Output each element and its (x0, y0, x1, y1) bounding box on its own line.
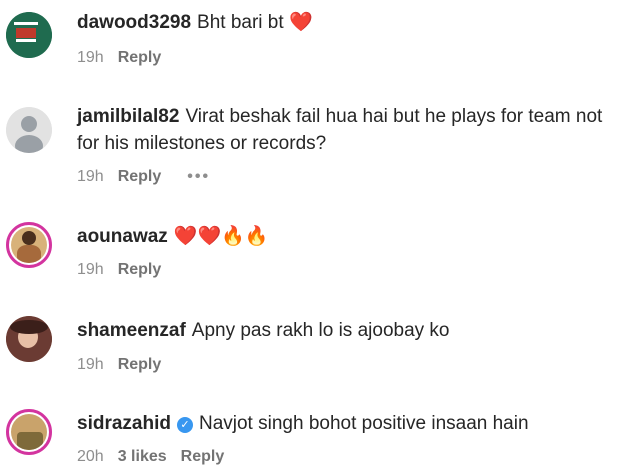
comment-text: Apny pas rakh lo is ajoobay ko (191, 320, 450, 341)
comment-body: shameenzaf Apny pas rakh lo is ajoobay ko (77, 317, 627, 344)
comment-body: sidrazahid ✓ Navjot singh bohot positive i… (77, 410, 627, 437)
avatar-photo (11, 414, 47, 450)
timestamp: 19h (77, 49, 104, 66)
avatar[interactable] (6, 409, 52, 455)
verified-badge-icon: ✓ (176, 417, 193, 433)
avatar-logo-image (6, 12, 52, 58)
username[interactable]: dawood3298 (77, 12, 191, 33)
more-options-icon[interactable]: ••• (187, 168, 210, 185)
timestamp: 19h (77, 356, 104, 373)
username[interactable]: aounawaz (77, 226, 168, 247)
comment-meta: 19h Reply (77, 261, 175, 279)
avatar[interactable] (6, 222, 52, 268)
avatar[interactable] (6, 12, 52, 58)
default-avatar-icon (6, 107, 52, 153)
reply-button[interactable]: Reply (118, 49, 162, 66)
comment-meta: 20h 3 likes Reply (77, 448, 238, 466)
likes-count[interactable]: 3 likes (118, 448, 167, 465)
comment-text: Navjot singh bohot positive insaan hain (198, 413, 529, 434)
avatar-photo (6, 316, 52, 362)
avatar[interactable] (6, 107, 52, 153)
reply-button[interactable]: Reply (118, 261, 162, 278)
timestamp: 19h (77, 261, 104, 278)
comment-body: jamilbilal82 Virat beshak fail hua hai bu… (77, 103, 627, 157)
emoji-text: ❤️❤️🔥🔥 (173, 226, 269, 247)
reply-button[interactable]: Reply (181, 448, 225, 465)
comment-meta: 19h Reply (77, 356, 175, 374)
comment-meta: 19h Reply (77, 49, 175, 67)
avatar[interactable] (6, 316, 52, 362)
username[interactable]: sidrazahid (77, 413, 171, 434)
reply-button[interactable]: Reply (118, 168, 162, 185)
timestamp: 20h (77, 448, 104, 465)
username[interactable]: jamilbilal82 (77, 106, 179, 127)
username[interactable]: shameenzaf (77, 320, 186, 341)
comment-text: Bht bari bt (197, 12, 284, 33)
timestamp: 19h (77, 168, 104, 185)
comment-body: dawood3298 Bht bari bt ❤️ (77, 9, 627, 36)
comment-meta: 19h Reply ••• (77, 168, 224, 186)
comment-body: aounawaz ❤️❤️🔥🔥 (77, 223, 627, 250)
heart-emoji: ❤️ (288, 12, 313, 33)
reply-button[interactable]: Reply (118, 356, 162, 373)
avatar-photo (11, 227, 47, 263)
